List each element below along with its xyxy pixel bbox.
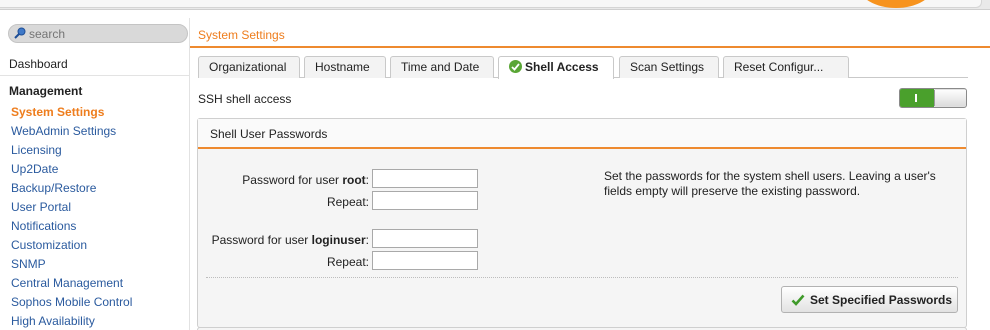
- sidebar-item-system-settings[interactable]: System Settings: [11, 105, 132, 124]
- sidebar-item-up2date[interactable]: Up2Date: [11, 162, 132, 181]
- title-divider: [190, 46, 990, 48]
- label-prefix: Password for user: [242, 173, 343, 187]
- set-specified-passwords-button[interactable]: Set Specified Passwords: [781, 286, 958, 313]
- sidebar-item-backup-restore[interactable]: Backup/Restore: [11, 181, 132, 200]
- label-colon: :: [365, 173, 369, 187]
- sidebar-item-high-availability[interactable]: High Availability: [11, 314, 132, 330]
- page-title: System Settings: [198, 28, 285, 42]
- tab-reset-configuration[interactable]: Reset Configur...: [723, 56, 849, 78]
- root-repeat-field[interactable]: [372, 191, 478, 210]
- tab-label: Hostname: [315, 60, 370, 74]
- root-password-label: Password for user root:: [242, 173, 369, 187]
- sidebar-section-management[interactable]: Management: [9, 84, 82, 98]
- loginuser-repeat-label: Repeat:: [326, 255, 369, 269]
- magnifier-icon: [14, 27, 26, 39]
- top-bar-inner: [0, 0, 982, 8]
- toggle-knob[interactable]: [934, 90, 966, 106]
- tab-hostname[interactable]: Hostname: [304, 56, 386, 78]
- top-bar: [0, 0, 990, 10]
- sidebar-item-webadmin-settings[interactable]: WebAdmin Settings: [11, 124, 132, 143]
- shell-user-passwords-panel: Shell User Passwords Password for user r…: [197, 118, 967, 328]
- root-repeat-label: Repeat:: [326, 195, 369, 209]
- button-label: Set Specified Passwords: [810, 293, 953, 307]
- tab-label: Shell Access: [525, 60, 599, 74]
- help-text: Set the passwords for the system shell u…: [604, 169, 936, 198]
- dotted-divider: [206, 277, 958, 278]
- tab-scan-settings[interactable]: Scan Settings: [619, 56, 719, 78]
- root-password-field[interactable]: [372, 169, 478, 188]
- search-box[interactable]: [8, 24, 188, 43]
- check-circle-icon: [509, 60, 522, 73]
- label-colon: :: [365, 233, 369, 247]
- loginuser-password-label: Password for user loginuser:: [212, 233, 369, 247]
- sidebar-item-sophos-mobile-control[interactable]: Sophos Mobile Control: [11, 295, 132, 314]
- toggle-on-indicator: [915, 94, 917, 102]
- sidebar: Dashboard Management System Settings Web…: [0, 18, 190, 330]
- ssh-shell-access-toggle[interactable]: [899, 88, 967, 108]
- tab-label: Organizational: [209, 60, 287, 74]
- label-prefix: Password for user: [211, 233, 312, 247]
- loginuser-username: loginuser: [311, 233, 366, 247]
- sidebar-item-licensing[interactable]: Licensing: [11, 143, 132, 162]
- tab-organizational[interactable]: Organizational: [198, 56, 300, 78]
- tab-label: Time and Date: [401, 60, 480, 74]
- sidebar-item-customization[interactable]: Customization: [11, 238, 132, 257]
- sidebar-item-notifications[interactable]: Notifications: [11, 219, 132, 238]
- root-username: root: [342, 173, 366, 187]
- checkmark-icon: [791, 294, 805, 306]
- ssh-shell-access-label: SSH shell access: [198, 92, 292, 106]
- loginuser-repeat-field[interactable]: [372, 251, 478, 270]
- tab-shell-access[interactable]: Shell Access: [498, 56, 614, 79]
- sidebar-item-user-portal[interactable]: User Portal: [11, 200, 132, 219]
- search-input[interactable]: [29, 26, 179, 41]
- tab-label: Reset Configur...: [734, 60, 824, 74]
- sidebar-item-snmp[interactable]: SNMP: [11, 257, 132, 276]
- tab-label: Scan Settings: [630, 60, 705, 74]
- loginuser-password-field[interactable]: [372, 229, 478, 248]
- toggle-on-state: [900, 89, 934, 107]
- sidebar-menu: System Settings WebAdmin Settings Licens…: [11, 105, 132, 330]
- tab-time-and-date[interactable]: Time and Date: [390, 56, 494, 78]
- sidebar-item-central-management[interactable]: Central Management: [11, 276, 132, 295]
- sidebar-item-dashboard[interactable]: Dashboard: [0, 52, 190, 76]
- panel-title: Shell User Passwords: [198, 119, 966, 149]
